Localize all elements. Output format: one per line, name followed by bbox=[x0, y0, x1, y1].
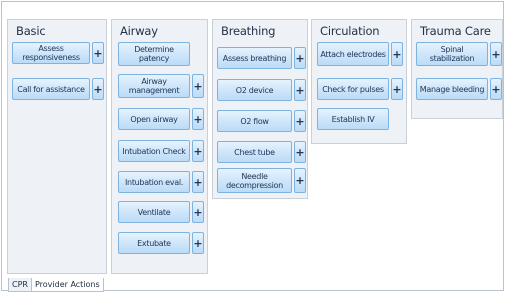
tab-strip: CPR Provider Actions bbox=[8, 278, 104, 292]
assess-responsiveness-button[interactable]: Assess responsiveness bbox=[12, 42, 90, 64]
extubate-button[interactable]: Extubate bbox=[118, 232, 190, 254]
panel-airway: Airway Determine patency Airway manageme… bbox=[111, 19, 208, 274]
airway-management-add-button[interactable]: + bbox=[192, 74, 204, 98]
tab-provider-actions[interactable]: Provider Actions bbox=[31, 278, 104, 292]
call-for-assistance-add-button[interactable]: + bbox=[92, 78, 104, 100]
needle-decompression-add-button[interactable]: + bbox=[294, 168, 306, 193]
panel-trauma-care: Trauma Care Spinal stabilization + Manag… bbox=[411, 19, 503, 119]
ventilate-add-button[interactable]: + bbox=[192, 201, 204, 223]
check-for-pulses-add-button[interactable]: + bbox=[391, 78, 403, 100]
panel-title-circulation: Circulation bbox=[320, 24, 380, 38]
manage-bleeding-button[interactable]: Manage bleeding bbox=[416, 78, 488, 100]
o2-device-add-button[interactable]: + bbox=[294, 79, 306, 101]
panel-title-trauma-care: Trauma Care bbox=[420, 24, 491, 38]
panel-title-basic: Basic bbox=[16, 24, 46, 38]
panel-circulation: Circulation Attach electrodes + Check fo… bbox=[311, 19, 407, 144]
panel-basic: Basic Assess responsiveness + Call for a… bbox=[7, 19, 107, 274]
call-for-assistance-button[interactable]: Call for assistance bbox=[12, 78, 90, 100]
manage-bleeding-add-button[interactable]: + bbox=[490, 78, 502, 100]
spinal-stabilization-button[interactable]: Spinal stabilization bbox=[416, 42, 488, 66]
intubation-eval-button[interactable]: Intubation eval. bbox=[118, 171, 190, 193]
spinal-stabilization-add-button[interactable]: + bbox=[490, 42, 502, 66]
intubation-check-add-button[interactable]: + bbox=[192, 140, 204, 162]
assess-breathing-add-button[interactable]: + bbox=[294, 47, 306, 69]
provider-actions-window: Basic Assess responsiveness + Call for a… bbox=[1, 1, 504, 292]
attach-electrodes-button[interactable]: Attach electrodes bbox=[317, 42, 389, 66]
determine-patency-button[interactable]: Determine patency bbox=[118, 42, 190, 66]
intubation-eval-add-button[interactable]: + bbox=[192, 171, 204, 193]
o2-device-button[interactable]: O2 device bbox=[217, 79, 292, 101]
panel-breathing: Breathing Assess breathing + O2 device +… bbox=[212, 19, 308, 199]
assess-breathing-button[interactable]: Assess breathing bbox=[217, 47, 292, 69]
chest-tube-add-button[interactable]: + bbox=[294, 141, 306, 163]
establish-iv-button[interactable]: Establish IV bbox=[317, 108, 389, 130]
open-airway-button[interactable]: Open airway bbox=[118, 108, 190, 130]
panel-title-airway: Airway bbox=[120, 24, 158, 38]
tab-cpr[interactable]: CPR bbox=[8, 278, 32, 292]
check-for-pulses-button[interactable]: Check for pulses bbox=[317, 78, 389, 100]
open-airway-add-button[interactable]: + bbox=[192, 108, 204, 130]
o2-flow-add-button[interactable]: + bbox=[294, 110, 306, 132]
needle-decompression-button[interactable]: Needle decompression bbox=[217, 168, 292, 193]
ventilate-button[interactable]: Ventilate bbox=[118, 201, 190, 223]
o2-flow-button[interactable]: O2 flow bbox=[217, 110, 292, 132]
intubation-check-button[interactable]: Intubation Check bbox=[118, 140, 190, 162]
assess-responsiveness-add-button[interactable]: + bbox=[92, 42, 104, 64]
extubate-add-button[interactable]: + bbox=[192, 232, 204, 254]
attach-electrodes-add-button[interactable]: + bbox=[391, 42, 403, 66]
airway-management-button[interactable]: Airway management bbox=[118, 74, 190, 98]
chest-tube-button[interactable]: Chest tube bbox=[217, 141, 292, 163]
panel-title-breathing: Breathing bbox=[221, 24, 276, 38]
